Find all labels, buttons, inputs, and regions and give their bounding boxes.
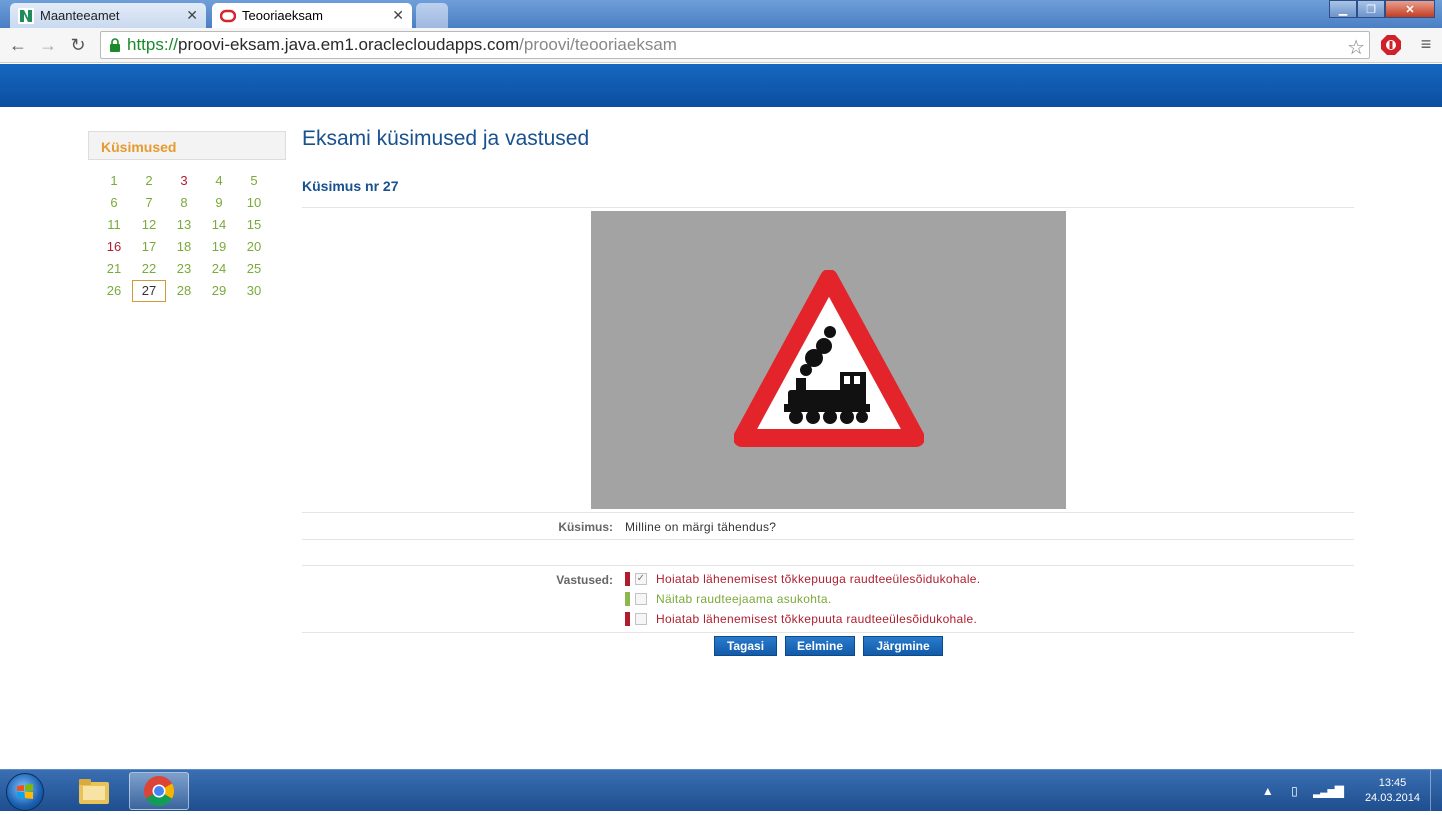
answer-text: Hoiatab lähenemisest tõkkepuuga raudteeü… — [656, 572, 981, 586]
site-header-bar — [0, 64, 1442, 107]
question-link-26[interactable]: 26 — [97, 280, 131, 302]
chrome-icon — [144, 776, 175, 807]
lock-icon — [110, 38, 120, 52]
question-link-28[interactable]: 28 — [167, 280, 201, 302]
oracle-favicon-icon — [220, 9, 236, 22]
answer-checkbox[interactable] — [635, 593, 647, 605]
question-link-25[interactable]: 25 — [237, 258, 271, 280]
minimize-button[interactable]: ▁ — [1329, 0, 1357, 18]
question-link-16[interactable]: 16 — [97, 236, 131, 258]
question-link-4[interactable]: 4 — [202, 170, 236, 192]
address-bar[interactable]: https://proovi-eksam.java.em1.oracleclou… — [100, 31, 1370, 59]
question-heading: Küsimus nr 27 — [302, 178, 399, 194]
question-link-20[interactable]: 20 — [237, 236, 271, 258]
question-link-29[interactable]: 29 — [202, 280, 236, 302]
chrome-taskbar-button[interactable] — [129, 772, 189, 810]
divider — [302, 565, 1354, 566]
maanteeamet-favicon-icon — [18, 7, 34, 24]
question-link-7[interactable]: 7 — [132, 192, 166, 214]
url-text: https://proovi-eksam.java.em1.oracleclou… — [127, 35, 677, 54]
browser-title-bar: Maanteeamet ✕ Teooriaeksam ✕ ▁ ❐ ✕ — [0, 0, 1442, 28]
answer-option: Näitab raudteejaama asukohta. — [625, 591, 831, 607]
question-link-10[interactable]: 10 — [237, 192, 271, 214]
battery-icon[interactable]: ▯ — [1291, 784, 1298, 798]
question-link-12[interactable]: 12 — [132, 214, 166, 236]
railway-crossing-warning-sign-icon — [733, 270, 924, 447]
question-link-5[interactable]: 5 — [237, 170, 271, 192]
folder-icon — [79, 779, 109, 804]
answer-text: Hoiatab lähenemisest tõkkepuuta raudteeü… — [656, 612, 978, 626]
close-window-button[interactable]: ✕ — [1385, 0, 1435, 18]
question-link-22[interactable]: 22 — [132, 258, 166, 280]
question-label: Küsimus: — [558, 520, 613, 534]
next-button[interactable]: Järgmine — [863, 636, 943, 656]
sidebar-title: Küsimused — [88, 131, 286, 160]
answer-status-bar — [625, 572, 630, 586]
question-link-15[interactable]: 15 — [237, 214, 271, 236]
question-link-9[interactable]: 9 — [202, 192, 236, 214]
system-tray[interactable]: ▲ ▯ ▂▃▅▇ — [1262, 784, 1344, 798]
question-link-30[interactable]: 30 — [237, 280, 271, 302]
start-button[interactable] — [6, 773, 44, 811]
bookmark-star-icon[interactable]: ☆ — [1347, 35, 1365, 60]
answers-label: Vastused: — [556, 573, 613, 587]
question-link-27[interactable]: 27 — [132, 280, 166, 302]
question-link-21[interactable]: 21 — [97, 258, 131, 280]
taskbar: ▲ ▯ ▂▃▅▇ 13:45 24.03.2014 — [0, 769, 1442, 812]
question-link-18[interactable]: 18 — [167, 236, 201, 258]
answer-text: Näitab raudteejaama asukohta. — [656, 592, 832, 606]
divider — [302, 207, 1354, 208]
question-link-14[interactable]: 14 — [202, 214, 236, 236]
question-link-24[interactable]: 24 — [202, 258, 236, 280]
file-explorer-taskbar-button[interactable] — [64, 772, 124, 810]
tab-maanteeamet[interactable]: Maanteeamet ✕ — [10, 3, 206, 28]
question-link-2[interactable]: 2 — [132, 170, 166, 192]
question-link-19[interactable]: 19 — [202, 236, 236, 258]
divider — [302, 539, 1354, 540]
page-title: Eksami küsimused ja vastused — [302, 127, 590, 150]
forward-arrow-icon[interactable]: → — [36, 33, 60, 57]
answer-option: Hoiatab lähenemisest tõkkepuuta raudteeü… — [625, 611, 977, 627]
question-link-13[interactable]: 13 — [167, 214, 201, 236]
question-link-17[interactable]: 17 — [132, 236, 166, 258]
show-hidden-icons-icon[interactable]: ▲ — [1262, 784, 1274, 798]
question-text: Milline on märgi tähendus? — [625, 520, 777, 534]
previous-button[interactable]: Eelmine — [785, 636, 855, 656]
question-link-8[interactable]: 8 — [167, 192, 201, 214]
new-tab-button[interactable] — [416, 3, 448, 28]
tab-title: Maanteeamet — [40, 8, 120, 23]
back-button[interactable]: Tagasi — [714, 636, 777, 656]
answer-option: ✓ Hoiatab lähenemisest tõkkepuuga raudtee… — [625, 571, 980, 587]
tab-close-icon[interactable]: ✕ — [186, 7, 198, 24]
answer-status-bar — [625, 592, 630, 606]
answer-checkbox[interactable]: ✓ — [635, 573, 647, 585]
browser-toolbar: ← → ↻ https://proovi-eksam.java.em1.orac… — [0, 28, 1442, 63]
answer-status-bar — [625, 612, 630, 626]
show-desktop-button[interactable] — [1430, 770, 1442, 812]
tab-title: Teooriaeksam — [242, 8, 323, 23]
question-link-11[interactable]: 11 — [97, 214, 131, 236]
windows-logo-icon — [17, 784, 33, 799]
maximize-button[interactable]: ❐ — [1357, 0, 1385, 18]
back-arrow-icon[interactable]: ← — [6, 33, 30, 57]
question-image — [591, 211, 1066, 509]
clock-time: 13:45 — [1378, 777, 1407, 789]
clock-date: 24.03.2014 — [1364, 792, 1420, 804]
tab-close-icon[interactable]: ✕ — [392, 7, 404, 24]
tab-teooriaeksam[interactable]: Teooriaeksam ✕ — [212, 3, 412, 28]
divider — [302, 512, 1354, 513]
reload-icon[interactable]: ↻ — [66, 33, 90, 57]
clock[interactable]: 13:45 24.03.2014 — [1365, 776, 1420, 806]
question-link-23[interactable]: 23 — [167, 258, 201, 280]
menu-icon[interactable]: ≡ — [1416, 34, 1436, 56]
question-link-6[interactable]: 6 — [97, 192, 131, 214]
adblock-icon[interactable] — [1380, 34, 1402, 56]
answer-checkbox[interactable] — [635, 613, 647, 625]
divider — [302, 632, 1354, 633]
question-link-3[interactable]: 3 — [167, 170, 201, 192]
question-link-1[interactable]: 1 — [97, 170, 131, 192]
network-signal-icon[interactable]: ▂▃▅▇ — [1313, 784, 1344, 798]
